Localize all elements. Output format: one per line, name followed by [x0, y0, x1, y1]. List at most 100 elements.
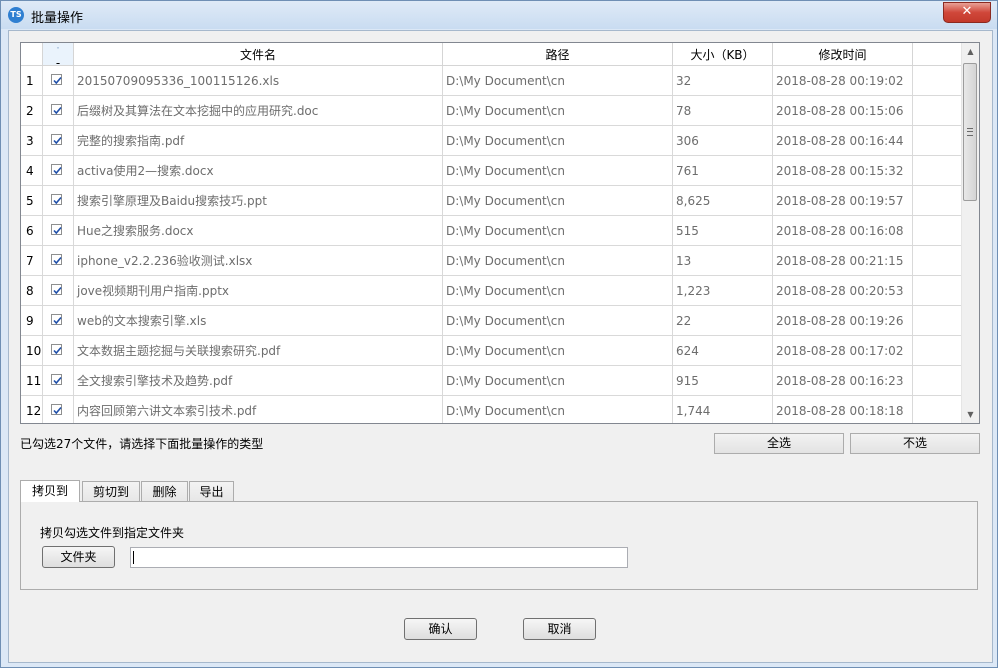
select-all-button[interactable]: 全选 — [714, 433, 844, 454]
cell-path: D:\My Document\cn — [443, 396, 673, 423]
tab-delete[interactable]: 删除 — [141, 481, 188, 502]
row-checkbox[interactable] — [51, 404, 62, 415]
cell-modified: 2018-08-28 00:16:44 — [773, 126, 913, 155]
row-index: 7 — [21, 246, 43, 275]
row-index: 1 — [21, 66, 43, 95]
checkmark-icon — [53, 316, 62, 325]
close-button[interactable]: ✕ — [943, 2, 991, 23]
select-none-button[interactable]: 不选 — [850, 433, 980, 454]
ok-button[interactable]: 确认 — [404, 618, 477, 640]
cell-name: jove视频期刊用户指南.pptx — [74, 276, 443, 305]
row-checkbox-cell — [43, 396, 74, 423]
row-index: 3 — [21, 126, 43, 155]
cell-path: D:\My Document\cn — [443, 366, 673, 395]
cell-name: 搜索引擎原理及Baidu搜索技巧.ppt — [74, 186, 443, 215]
header-modified[interactable]: 修改时间 — [773, 43, 913, 65]
row-checkbox-cell — [43, 66, 74, 95]
table-header: ˇ - 文件名 路径 大小（KB） 修改时间 — [21, 43, 961, 69]
folder-path-input[interactable] — [130, 547, 628, 568]
row-checkbox[interactable] — [51, 194, 62, 205]
cell-modified: 2018-08-28 00:15:06 — [773, 96, 913, 125]
cell-modified: 2018-08-28 00:17:02 — [773, 336, 913, 365]
cell-path: D:\My Document\cn — [443, 306, 673, 335]
file-table: ˇ - 文件名 路径 大小（KB） 修改时间 1 20150709095336_1… — [20, 42, 980, 424]
scroll-up-icon[interactable]: ▲ — [962, 43, 979, 60]
row-checkbox-cell — [43, 216, 74, 245]
cell-path: D:\My Document\cn — [443, 186, 673, 215]
cell-size: 761 — [673, 156, 773, 185]
table-row[interactable]: 3 完整的搜索指南.pdf D:\My Document\cn 306 2018-08-… — [21, 126, 961, 156]
row-checkbox[interactable] — [51, 374, 62, 385]
cancel-button[interactable]: 取消 — [523, 618, 596, 640]
text-caret — [133, 551, 134, 564]
table-row[interactable]: 1 20150709095336_100115126.xls D:\My Docum… — [21, 66, 961, 96]
table-row[interactable]: 2 后缀树及其算法在文本挖掘中的应用研究.doc D:\My Document\cn… — [21, 96, 961, 126]
dialog-body: ˇ - 文件名 路径 大小（KB） 修改时间 1 20150709095336_1… — [8, 30, 993, 663]
cell-modified: 2018-08-28 00:19:26 — [773, 306, 913, 335]
row-checkbox[interactable] — [51, 284, 62, 295]
cell-size: 78 — [673, 96, 773, 125]
row-checkbox-cell — [43, 96, 74, 125]
cell-size: 8,625 — [673, 186, 773, 215]
row-index: 8 — [21, 276, 43, 305]
vertical-scrollbar[interactable]: ▲ ▼ — [961, 43, 979, 423]
cell-name: 内容回顾第六讲文本索引技术.pdf — [74, 396, 443, 423]
selection-status: 已勾选27个文件，请选择下面批量操作的类型 — [20, 437, 264, 451]
checkmark-icon — [53, 226, 62, 235]
row-checkbox[interactable] — [51, 224, 62, 235]
table-row[interactable]: 8 jove视频期刊用户指南.pptx D:\My Document\cn 1,223… — [21, 276, 961, 306]
cell-size: 1,744 — [673, 396, 773, 423]
cell-modified: 2018-08-28 00:19:57 — [773, 186, 913, 215]
row-checkbox[interactable] — [51, 104, 62, 115]
checkmark-icon — [53, 166, 62, 175]
cell-modified: 2018-08-28 00:21:15 — [773, 246, 913, 275]
row-checkbox[interactable] — [51, 254, 62, 265]
scrollbar-thumb[interactable] — [963, 63, 977, 201]
row-checkbox-cell — [43, 186, 74, 215]
cell-path: D:\My Document\cn — [443, 96, 673, 125]
header-size[interactable]: 大小（KB） — [673, 43, 773, 65]
cell-path: D:\My Document\cn — [443, 246, 673, 275]
checkmark-icon — [53, 406, 62, 415]
cell-size: 306 — [673, 126, 773, 155]
header-check-sort[interactable]: ˇ - — [43, 43, 74, 69]
row-checkbox[interactable] — [51, 164, 62, 175]
checkmark-icon — [53, 76, 62, 85]
table-row[interactable]: 5 搜索引擎原理及Baidu搜索技巧.ppt D:\My Document\cn 8,… — [21, 186, 961, 216]
checkmark-icon — [53, 376, 62, 385]
table-row[interactable]: 6 Hue之搜索服务.docx D:\My Document\cn 515 2018-0… — [21, 216, 961, 246]
header-path[interactable]: 路径 — [443, 43, 673, 65]
table-row[interactable]: 7 iphone_v2.2.236验收测试.xlsx D:\My Document\… — [21, 246, 961, 276]
row-checkbox[interactable] — [51, 134, 62, 145]
cell-size: 1,223 — [673, 276, 773, 305]
cell-size: 22 — [673, 306, 773, 335]
row-checkbox-cell — [43, 306, 74, 335]
table-row[interactable]: 4 activa使用2—搜索.docx D:\My Document\cn 761 20… — [21, 156, 961, 186]
tab-export[interactable]: 导出 — [189, 481, 234, 502]
cell-path: D:\My Document\cn — [443, 276, 673, 305]
row-checkbox[interactable] — [51, 74, 62, 85]
table-row[interactable]: 12 内容回顾第六讲文本索引技术.pdf D:\My Document\cn 1,74… — [21, 396, 961, 423]
copy-panel: 拷贝勾选文件到指定文件夹 文件夹 — [20, 501, 978, 590]
folder-button[interactable]: 文件夹 — [42, 546, 115, 568]
app-logo-icon: TS — [8, 7, 24, 23]
cell-modified: 2018-08-28 00:19:02 — [773, 66, 913, 95]
cell-name: 20150709095336_100115126.xls — [74, 66, 443, 95]
checkmark-icon — [53, 196, 62, 205]
table-row[interactable]: 9 web的文本搜索引擎.xls D:\My Document\cn 22 2018-0… — [21, 306, 961, 336]
header-file-name[interactable]: 文件名 — [74, 43, 443, 65]
row-index: 11 — [21, 366, 43, 395]
tab-cut[interactable]: 剪切到 — [82, 481, 140, 502]
cell-path: D:\My Document\cn — [443, 156, 673, 185]
scroll-down-icon[interactable]: ▼ — [962, 406, 979, 423]
title-bar[interactable]: TS 批量操作 ✕ — [1, 1, 997, 29]
table-row[interactable]: 11 全文搜索引擎技术及趋势.pdf D:\My Document\cn 915 201… — [21, 366, 961, 396]
row-checkbox[interactable] — [51, 314, 62, 325]
cell-modified: 2018-08-28 00:18:18 — [773, 396, 913, 423]
cell-name: activa使用2—搜索.docx — [74, 156, 443, 185]
tab-copy[interactable]: 拷贝到 — [20, 480, 80, 502]
row-index: 4 — [21, 156, 43, 185]
checkmark-icon — [53, 136, 62, 145]
table-row[interactable]: 10 文本数据主题挖掘与关联搜索研究.pdf D:\My Document\cn 62… — [21, 336, 961, 366]
row-checkbox[interactable] — [51, 344, 62, 355]
